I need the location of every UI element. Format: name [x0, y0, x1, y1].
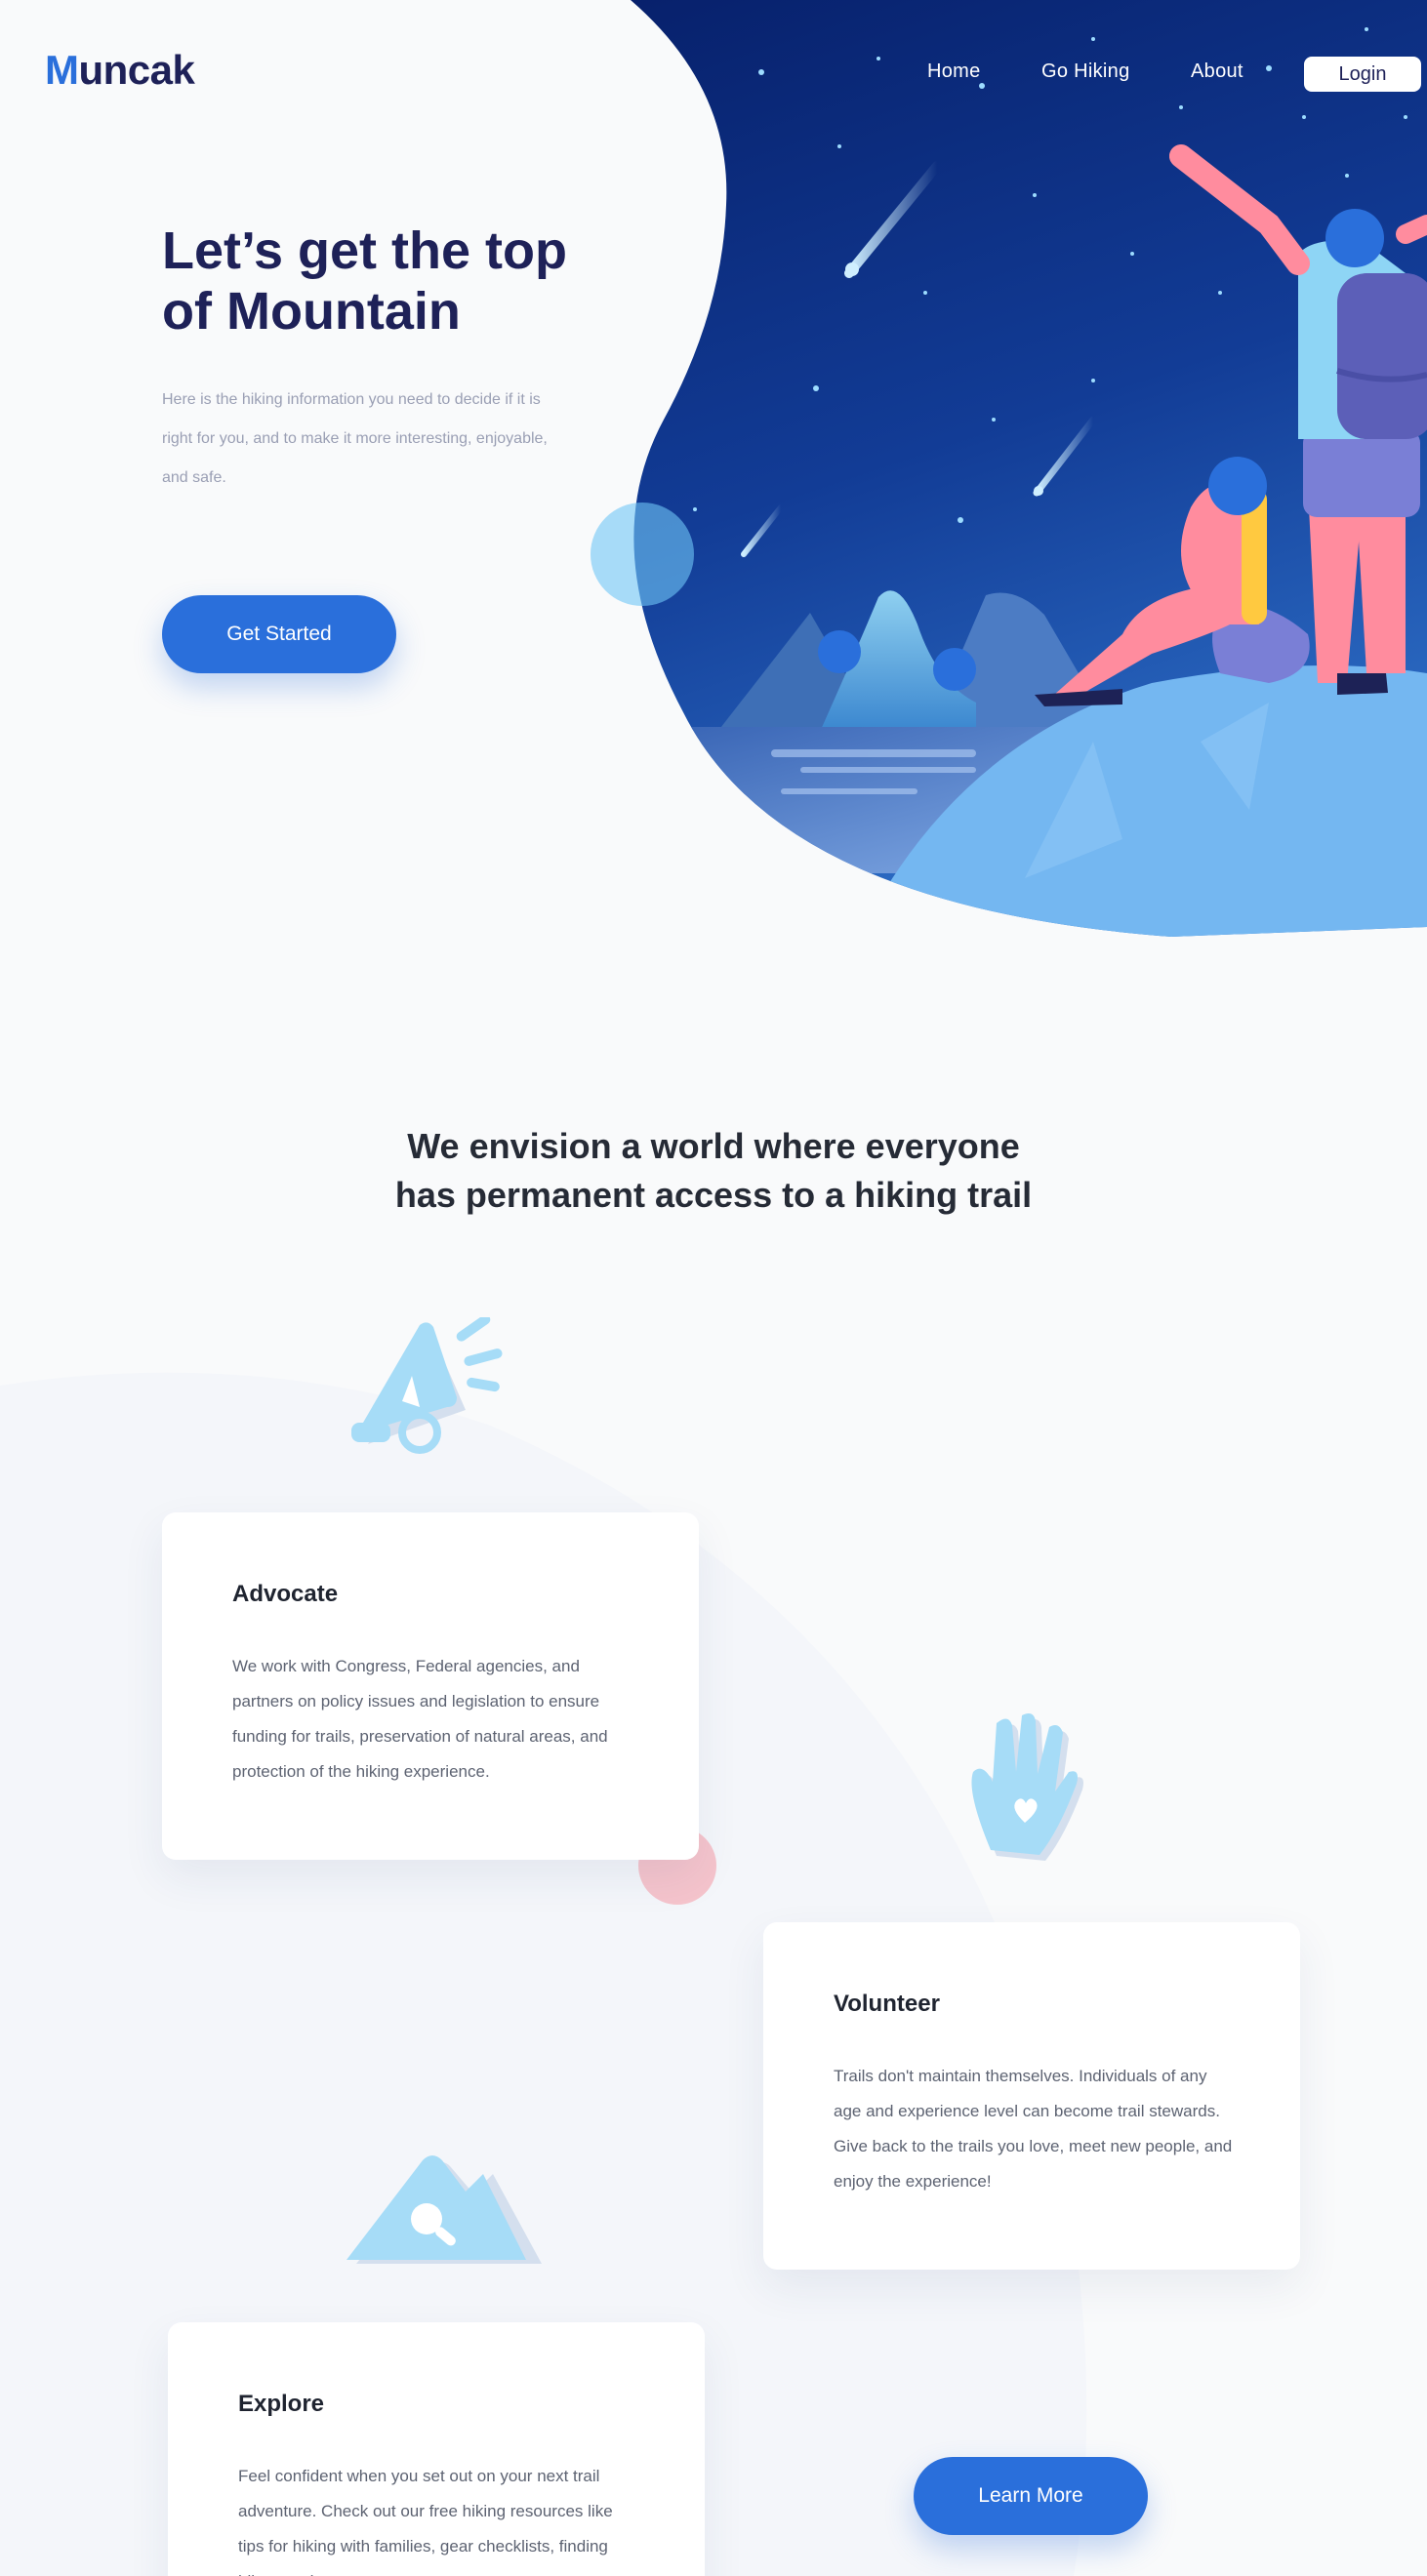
learn-more-button[interactable]: Learn More	[914, 2457, 1148, 2535]
hero-title: Let’s get the top of Mountain	[162, 221, 670, 342]
get-started-button[interactable]: Get Started	[162, 595, 396, 673]
feature-card-explore: Explore Feel confident when you set out …	[168, 2322, 705, 2576]
hero-title-line2: of Mountain	[162, 282, 461, 341]
login-button[interactable]: Login	[1304, 57, 1421, 92]
card-text: We work with Congress, Federal agencies,…	[232, 1657, 608, 1781]
card-title: Explore	[238, 2391, 325, 2417]
landing-page: Muncak Home Go Hiking About Login Let’s …	[0, 0, 1427, 2576]
hand-heart-icon	[971, 1713, 1083, 1861]
hero-description: Here is the hiking information you need …	[162, 391, 548, 486]
vision-heading: We envision a world where everyone has p…	[323, 1122, 1104, 1220]
nav-about[interactable]: About	[1191, 60, 1244, 83]
megaphone-icon	[351, 1317, 503, 1454]
brand-logo[interactable]: Muncak	[45, 47, 195, 94]
feature-card-advocate: Advocate We work with Congress, Federal …	[162, 1512, 699, 1860]
vision-heading-line2: has permanent access to a hiking trail	[394, 1175, 1033, 1215]
card-title: Volunteer	[834, 1991, 940, 2017]
brand-logo-initial: M	[45, 47, 79, 93]
hero-title-line1: Let’s get the top	[162, 221, 567, 280]
card-title: Advocate	[232, 1581, 339, 1607]
nav-go-hiking[interactable]: Go Hiking	[1041, 60, 1130, 83]
mountain-search-icon	[347, 2155, 542, 2264]
feature-card-volunteer: Volunteer Trails don't maintain themselv…	[763, 1922, 1300, 2270]
vision-heading-line1: We envision a world where everyone	[407, 1126, 1020, 1166]
brand-logo-rest: uncak	[78, 47, 195, 93]
decorative-circle	[591, 503, 694, 606]
card-text: Feel confident when you set out on your …	[238, 2467, 613, 2576]
card-text: Trails don't maintain themselves. Indivi…	[834, 2067, 1233, 2191]
nav-home[interactable]: Home	[927, 60, 981, 83]
